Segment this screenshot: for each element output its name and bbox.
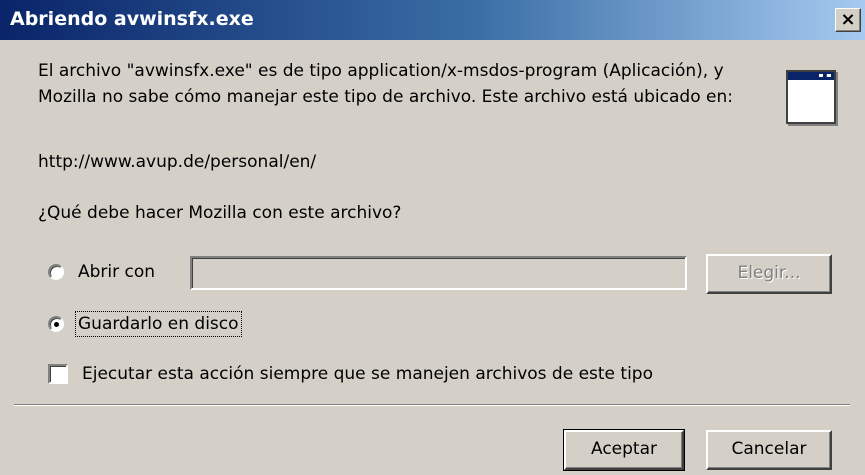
always-do-this-label[interactable]: Ejecutar esta acción siempre que se mane… bbox=[82, 364, 653, 384]
cancel-button[interactable]: Cancelar bbox=[706, 430, 832, 470]
always-do-this-option[interactable]: Ejecutar esta acción siempre que se mane… bbox=[48, 364, 653, 384]
open-with-path-field bbox=[190, 256, 687, 290]
title-bar[interactable]: Abriendo avwinsfx.exe × bbox=[0, 0, 865, 40]
icon-window-controls bbox=[819, 74, 831, 80]
accept-button[interactable]: Aceptar bbox=[563, 429, 685, 471]
save-to-disk-label[interactable]: Guardarlo en disco bbox=[75, 311, 242, 337]
save-to-disk-radio[interactable] bbox=[48, 316, 64, 332]
open-with-radio[interactable] bbox=[48, 264, 64, 280]
always-do-this-checkbox[interactable] bbox=[48, 364, 68, 384]
button-separator bbox=[14, 404, 850, 406]
open-with-label[interactable]: Abrir con bbox=[78, 262, 155, 282]
action-question: ¿Qué debe hacer Mozilla con este archivo… bbox=[38, 203, 402, 223]
window-title: Abriendo avwinsfx.exe bbox=[10, 8, 254, 30]
save-to-disk-option[interactable]: Guardarlo en disco bbox=[48, 311, 242, 337]
close-icon: × bbox=[840, 9, 856, 30]
choose-app-button: Elegir... bbox=[706, 254, 832, 294]
file-url: http://www.avup.de/personal/en/ bbox=[38, 152, 317, 172]
close-button[interactable]: × bbox=[835, 8, 861, 32]
open-with-option[interactable]: Abrir con bbox=[48, 260, 155, 284]
application-window-icon bbox=[786, 70, 836, 124]
dialog-message: El archivo "avwinsfx.exe" es de tipo app… bbox=[38, 61, 733, 107]
